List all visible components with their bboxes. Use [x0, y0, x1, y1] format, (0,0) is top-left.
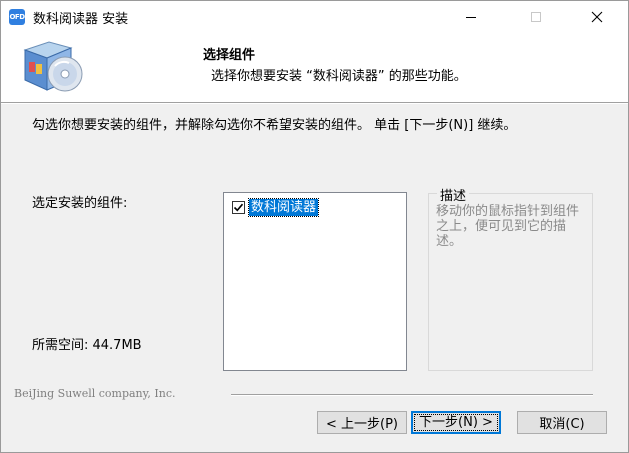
page-header: 选择组件 选择你想要安装 “数科阅读器” 的那些功能。 [1, 32, 628, 102]
close-icon [591, 11, 603, 22]
component-label[interactable]: 数科阅读器 [247, 197, 320, 217]
maximize-button [513, 1, 559, 32]
select-components-label: 选定安装的组件: [32, 196, 128, 211]
window-title: 数科阅读器 安装 [33, 12, 129, 27]
title-bar[interactable]: OFD 数科阅读器 安装 [1, 1, 628, 32]
cancel-button[interactable]: 取消(C) [517, 411, 607, 434]
brand-text: BeiJing Suwell company, Inc. [14, 387, 182, 400]
page-subtitle: 选择你想要安装 “数科阅读器” 的那些功能。 [211, 69, 467, 84]
close-button[interactable] [574, 1, 620, 32]
required-space-label: 所需空间: 44.7MB [32, 338, 142, 353]
component-item[interactable]: 数科阅读器 [232, 197, 320, 217]
brand-divider-highlight [231, 395, 593, 396]
next-button-label: 下一步(N) > [414, 414, 498, 431]
maximize-icon [531, 11, 541, 22]
page-title: 选择组件 [203, 48, 256, 63]
description-title: 描述 [437, 185, 470, 204]
instruction-text: 勾选你想要安装的组件，并解除勾选你不希望安装的组件。 单击 [下一步(N)] 继… [32, 118, 517, 133]
header-divider-highlight [1, 103, 628, 104]
minimize-button[interactable] [448, 1, 494, 32]
checkmark-icon [233, 203, 244, 211]
component-checkbox[interactable] [232, 200, 245, 214]
app-icon: OFD [9, 9, 25, 25]
back-button[interactable]: < 上一步(P) [317, 411, 407, 434]
next-button[interactable]: 下一步(N) > [411, 411, 501, 434]
installer-box-cd-icon [23, 41, 83, 92]
description-text: 移动你的鼠标指针到组件之上，便可见到它的描述。 [436, 204, 580, 249]
installer-window: OFD 数科阅读器 安装 选择组件 选择你想要安装 “数科阅读器” 的那些功能。… [0, 0, 629, 453]
components-tree[interactable]: 数科阅读器 [223, 192, 407, 371]
minimize-icon [466, 16, 476, 18]
